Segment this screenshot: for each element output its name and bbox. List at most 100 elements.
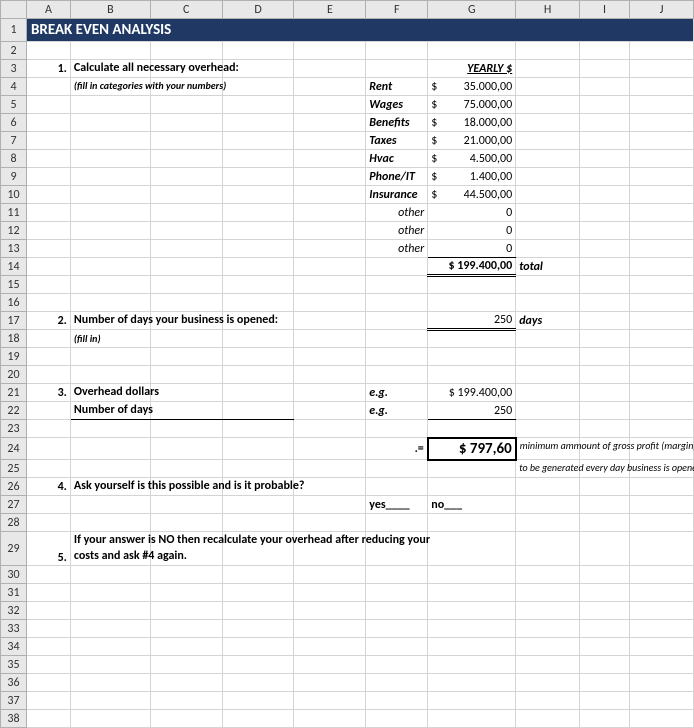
row-37[interactable]: 37 bbox=[1, 692, 27, 710]
row-15[interactable]: 15 bbox=[1, 276, 27, 294]
row-35[interactable]: 35 bbox=[1, 656, 27, 674]
row-18[interactable]: 18 bbox=[1, 330, 27, 348]
overhead-value: $ 199.400,00 bbox=[428, 384, 516, 402]
sec2-hint: (fill in) bbox=[70, 330, 150, 348]
days-unit: days bbox=[516, 312, 580, 330]
col-G[interactable]: G bbox=[428, 1, 516, 19]
item-value[interactable]: 0 bbox=[428, 222, 516, 240]
col-H[interactable]: H bbox=[516, 1, 580, 19]
row-5[interactable]: 5 bbox=[1, 96, 27, 114]
col-J[interactable]: J bbox=[630, 1, 694, 19]
sec1-hint: (fill in categories with your numbers) bbox=[70, 78, 150, 96]
row-3[interactable]: 3 bbox=[1, 60, 27, 78]
row-19[interactable]: 19 bbox=[1, 348, 27, 366]
col-C[interactable]: C bbox=[150, 1, 222, 19]
sec3-number: 3. bbox=[26, 384, 70, 402]
sec1-number: 1. bbox=[26, 60, 70, 78]
yes-field[interactable]: yes____ bbox=[366, 496, 428, 514]
row-4[interactable]: 4 bbox=[1, 78, 27, 96]
row-10[interactable]: 10 bbox=[1, 186, 27, 204]
row-23[interactable]: 23 bbox=[1, 420, 27, 438]
item-value[interactable]: 0 bbox=[428, 204, 516, 222]
row-31[interactable]: 31 bbox=[1, 584, 27, 602]
item-value[interactable]: $1.400,00 bbox=[428, 168, 516, 186]
result-note1: minimum ammount of gross profit (margin) bbox=[516, 438, 580, 460]
item-label[interactable]: other bbox=[366, 204, 428, 222]
item-label[interactable]: Wages bbox=[366, 96, 428, 114]
row-38[interactable]: 38 bbox=[1, 710, 27, 728]
result-value: $ 797,60 bbox=[428, 438, 516, 460]
sec1-heading: Calculate all necessary overhead: bbox=[70, 60, 150, 78]
row-20[interactable]: 20 bbox=[1, 366, 27, 384]
result-note2: to be generated every day business is op… bbox=[516, 460, 580, 478]
column-headers: A B C D E F G H I J bbox=[1, 1, 694, 19]
row-34[interactable]: 34 bbox=[1, 638, 27, 656]
item-label[interactable]: Taxes bbox=[366, 132, 428, 150]
spreadsheet-grid[interactable]: A B C D E F G H I J 1 BREAK EVEN ANALYSI… bbox=[0, 0, 694, 728]
sec4-number: 4. bbox=[26, 478, 70, 496]
item-value[interactable]: $44.500,00 bbox=[428, 186, 516, 204]
eg-label: e.g. bbox=[366, 384, 428, 402]
col-I[interactable]: I bbox=[580, 1, 630, 19]
col-E[interactable]: E bbox=[294, 1, 366, 19]
item-value[interactable]: $35.000,00 bbox=[428, 78, 516, 96]
item-label[interactable]: other bbox=[366, 240, 428, 258]
sec5-number: 5. bbox=[26, 532, 70, 566]
row-25[interactable]: 25 bbox=[1, 460, 27, 478]
total-value: $ 199.400,00 bbox=[428, 258, 516, 276]
row-14[interactable]: 14 bbox=[1, 258, 27, 276]
col-A[interactable]: A bbox=[26, 1, 70, 19]
item-label[interactable]: Phone/IT bbox=[366, 168, 428, 186]
item-value[interactable]: 0 bbox=[428, 240, 516, 258]
row-17[interactable]: 17 bbox=[1, 312, 27, 330]
item-label[interactable]: Hvac bbox=[366, 150, 428, 168]
row-28[interactable]: 28 bbox=[1, 514, 27, 532]
sec2-number: 2. bbox=[26, 312, 70, 330]
days-value[interactable]: 250 bbox=[428, 312, 516, 330]
item-label[interactable]: Insurance bbox=[366, 186, 428, 204]
days-value2: 250 bbox=[428, 402, 516, 420]
sec2-heading: Number of days your business is opened: bbox=[70, 312, 150, 330]
row-9[interactable]: 9 bbox=[1, 168, 27, 186]
sec4-heading: Ask yourself is this possible and is it … bbox=[70, 478, 150, 496]
select-all-corner[interactable] bbox=[1, 1, 27, 19]
sec5-text: If your answer is NO then recalculate yo… bbox=[70, 532, 150, 566]
col-B[interactable]: B bbox=[70, 1, 150, 19]
item-value[interactable]: $75.000,00 bbox=[428, 96, 516, 114]
item-value[interactable]: $4.500,00 bbox=[428, 150, 516, 168]
row-33[interactable]: 33 bbox=[1, 620, 27, 638]
col-F[interactable]: F bbox=[366, 1, 428, 19]
row-30[interactable]: 30 bbox=[1, 566, 27, 584]
row-26[interactable]: 26 bbox=[1, 478, 27, 496]
row-2[interactable]: 2 bbox=[1, 42, 27, 60]
sec3-row1: Overhead dollars bbox=[70, 384, 150, 402]
row-8[interactable]: 8 bbox=[1, 150, 27, 168]
no-field[interactable]: no___ bbox=[428, 496, 516, 514]
sheet-title: BREAK EVEN ANALYSIS bbox=[26, 19, 693, 42]
yearly-header: YEARLY $ bbox=[428, 60, 516, 78]
row-16[interactable]: 16 bbox=[1, 294, 27, 312]
item-value[interactable]: $21.000,00 bbox=[428, 132, 516, 150]
row-12[interactable]: 12 bbox=[1, 222, 27, 240]
item-label[interactable]: Benefits bbox=[366, 114, 428, 132]
row-11[interactable]: 11 bbox=[1, 204, 27, 222]
total-label: total bbox=[516, 258, 580, 276]
row-27[interactable]: 27 bbox=[1, 496, 27, 514]
sec3-row2: Number of days bbox=[70, 402, 150, 420]
row-13[interactable]: 13 bbox=[1, 240, 27, 258]
row-1[interactable]: 1 bbox=[1, 19, 27, 42]
row-29[interactable]: 29 bbox=[1, 532, 27, 566]
eg-label2: e.g. bbox=[366, 402, 428, 420]
row-22[interactable]: 22 bbox=[1, 402, 27, 420]
row-6[interactable]: 6 bbox=[1, 114, 27, 132]
col-D[interactable]: D bbox=[222, 1, 294, 19]
item-label[interactable]: other bbox=[366, 222, 428, 240]
equals-label: .= bbox=[366, 438, 428, 460]
row-32[interactable]: 32 bbox=[1, 602, 27, 620]
row-24[interactable]: 24 bbox=[1, 438, 27, 460]
item-value[interactable]: $18.000,00 bbox=[428, 114, 516, 132]
row-21[interactable]: 21 bbox=[1, 384, 27, 402]
row-36[interactable]: 36 bbox=[1, 674, 27, 692]
row-7[interactable]: 7 bbox=[1, 132, 27, 150]
item-label[interactable]: Rent bbox=[366, 78, 428, 96]
